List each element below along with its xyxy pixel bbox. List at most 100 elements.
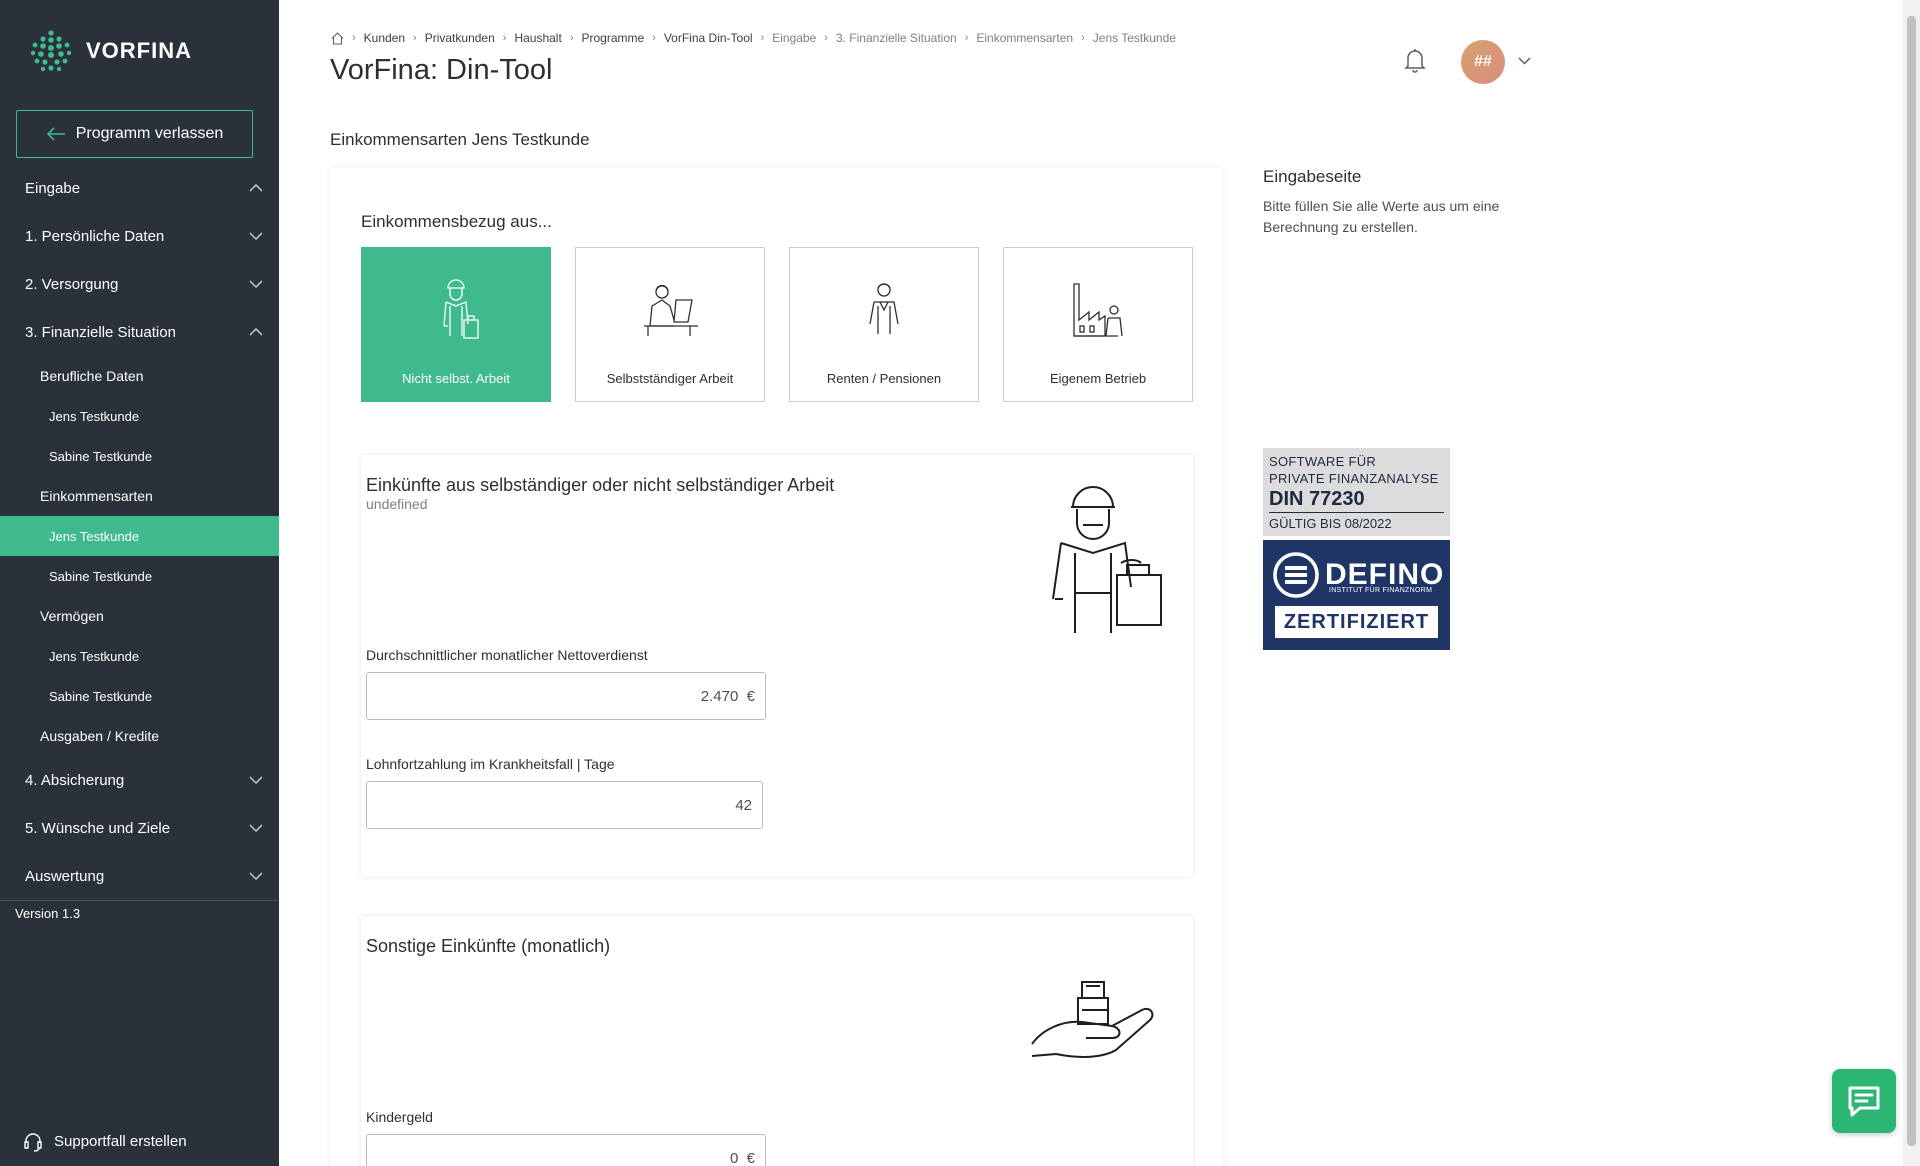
sidebar-item-berufliche-daten[interactable]: Berufliche Daten (0, 356, 279, 396)
net-income-input[interactable] (366, 672, 766, 720)
chevron-down-icon (249, 776, 263, 784)
sidebar-item-berufliche-jens[interactable]: Jens Testkunde (0, 396, 279, 436)
defino-logo-icon (1273, 552, 1319, 598)
breadcrumb-programme[interactable]: Programme (581, 31, 644, 45)
headset-icon (24, 1133, 42, 1152)
sidebar-item-vermoegen-jens[interactable]: Jens Testkunde (0, 636, 279, 676)
sidebar-item-label: Eingabe (25, 179, 81, 197)
breadcrumb-haushalt[interactable]: Haushalt (514, 31, 561, 45)
sidebar-item-label: Jens Testkunde (49, 648, 140, 664)
breadcrumb-din-tool[interactable]: VorFina Din-Tool (664, 31, 753, 45)
tile-eigenem-betrieb[interactable]: Eigenem Betrieb (1003, 247, 1193, 402)
chevron-up-icon (249, 184, 263, 192)
sidebar-item-persoenliche-daten[interactable]: 1. Persönliche Daten (0, 212, 279, 260)
breadcrumb-kunden[interactable]: Kunden (364, 31, 405, 45)
tile-nicht-selbst-arbeit[interactable]: Nicht selbst. Arbeit (361, 247, 551, 402)
section-heading: Einkommensarten Jens Testkunde (330, 130, 590, 149)
avatar[interactable]: ## (1461, 40, 1505, 84)
sidebar-item-label: Jens Testkunde (49, 528, 140, 544)
defino-subtitle: INSTITUT FÜR FINANZNORM (1329, 587, 1433, 594)
sidebar-item-einkommensarten[interactable]: Einkommensarten (0, 476, 279, 516)
sidebar-item-label: 1. Persönliche Daten (25, 227, 165, 245)
page-scrollbar[interactable] (1903, 0, 1920, 1166)
kindergeld-label: Kindergeld (366, 1109, 433, 1125)
other-income-title: Sonstige Einkünfte (monatlich) (366, 936, 611, 956)
sidebar-item-label: 3. Finanzielle Situation (25, 323, 176, 341)
worker-illustration-icon (1052, 486, 1162, 633)
chevron-down-icon (249, 824, 263, 832)
exit-program-button[interactable]: Programm verlassen (16, 110, 253, 158)
vorfina-logo-icon (30, 30, 72, 72)
sidebar-item-label: Jens Testkunde (49, 408, 140, 424)
breadcrumb-separator: › (569, 32, 574, 44)
sidebar-item-auswertung[interactable]: Auswertung (0, 852, 279, 900)
chevron-down-icon (249, 232, 263, 240)
breadcrumb-einkommensarten[interactable]: Einkommensarten (976, 31, 1073, 45)
sidebar-item-label: 4. Absicherung (25, 771, 125, 789)
breadcrumb-eingabe[interactable]: Eingabe (772, 31, 816, 45)
chevron-up-icon (249, 328, 263, 336)
sidebar-item-label: Ausgaben / Kredite (40, 728, 160, 744)
arrow-left-icon (46, 127, 65, 141)
sidebar-item-label: 2. Versorgung (25, 275, 119, 293)
sidebar-item-versorgung[interactable]: 2. Versorgung (0, 260, 279, 308)
sidebar-item-label: Vermögen (40, 608, 104, 624)
employment-income-card: Einkünfte aus selbständiger oder nicht s… (361, 455, 1193, 877)
income-source-label: Einkommensbezug aus... (361, 212, 552, 231)
sidebar-item-ausgaben-kredite[interactable]: Ausgaben / Kredite (0, 716, 279, 756)
sidebar-item-label: Sabine Testkunde (49, 568, 153, 584)
sidebar-item-wuensche-ziele[interactable]: 5. Wünsche und Ziele (0, 804, 279, 852)
breadcrumb-finanzielle-situation[interactable]: 3. Finanzielle Situation (836, 31, 957, 45)
tile-label: Nicht selbst. Arbeit (402, 371, 510, 386)
certificate-line1: SOFTWARE FÜR (1269, 454, 1377, 469)
factory-icon (1073, 283, 1123, 337)
sidebar-item-einkommen-sabine[interactable]: Sabine Testkunde (0, 556, 279, 596)
sidebar-item-finanzielle-situation[interactable]: 3. Finanzielle Situation (0, 308, 279, 356)
sick-pay-days-input[interactable] (366, 781, 763, 829)
support-label: Supportfall erstellen (54, 1132, 187, 1150)
defino-certified-badge: DEFINO INSTITUT FÜR FINANZNORM ZERTIFIZI… (1263, 540, 1450, 650)
hand-money-icon (1031, 981, 1154, 1058)
sidebar-item-einkommen-jens[interactable]: Jens Testkunde (0, 516, 279, 556)
tile-renten-pensionen[interactable]: Renten / Pensionen (789, 247, 979, 402)
certificate-din: DIN 77230 (1269, 487, 1444, 513)
breadcrumb-separator: › (760, 32, 765, 44)
chat-icon (1848, 1086, 1880, 1117)
breadcrumb-separator: › (824, 32, 828, 44)
breadcrumb-separator: › (413, 32, 417, 44)
certified-label: ZERTIFIZIERT (1275, 606, 1438, 638)
page-title: VorFina: Din-Tool (330, 54, 553, 86)
tile-selbststaendiger-arbeit[interactable]: Selbstständiger Arbeit (575, 247, 765, 402)
breadcrumb-separator: › (652, 32, 656, 44)
sick-pay-days-label: Lohnfortzahlung im Krankheitsfall | Tage (366, 756, 615, 772)
sidebar-item-absicherung[interactable]: 4. Absicherung (0, 756, 279, 804)
info-text: Bitte füllen Sie alle Werte aus um eine … (1263, 198, 1500, 235)
sidebar-item-label: Sabine Testkunde (49, 448, 153, 464)
bell-icon[interactable] (1402, 46, 1428, 74)
vorfina-logo[interactable]: VORFINA (28, 28, 192, 74)
certificate-valid: GÜLTIG BIS 08/2022 (1269, 516, 1392, 531)
sidebar-item-label: Sabine Testkunde (49, 688, 153, 704)
sidebar-item-label: 5. Wünsche und Ziele (25, 819, 171, 837)
sidebar-item-berufliche-sabine[interactable]: Sabine Testkunde (0, 436, 279, 476)
breadcrumb-separator: › (964, 32, 969, 44)
breadcrumb-jens-testkunde: Jens Testkunde (1092, 31, 1176, 45)
certificate-line2: PRIVATE FINANZANALYSE (1269, 471, 1439, 486)
sidebar-item-eingabe[interactable]: Eingabe (0, 164, 279, 212)
home-icon[interactable] (331, 31, 344, 45)
scrollbar-thumb[interactable] (1907, 16, 1916, 1146)
sidebar-item-vermoegen[interactable]: Vermögen (0, 596, 279, 636)
info-title: Eingabeseite (1263, 167, 1362, 186)
employment-income-title: Einkünfte aus selbständiger oder nicht s… (366, 475, 835, 495)
breadcrumb-privatkunden[interactable]: Privatkunden (425, 31, 495, 45)
sidebar-item-vermoegen-sabine[interactable]: Sabine Testkunde (0, 676, 279, 716)
sidebar-item-label: Auswertung (25, 867, 105, 885)
freelancer-laptop-icon (644, 284, 698, 336)
kindergeld-input[interactable] (366, 1134, 766, 1166)
chevron-down-icon[interactable] (1518, 57, 1531, 65)
brand-name: VORFINA (86, 38, 192, 63)
chat-button[interactable] (1832, 1069, 1896, 1133)
chevron-down-icon (249, 872, 263, 880)
worker-icon (443, 279, 479, 339)
create-support-case-button[interactable]: Supportfall erstellen (22, 1130, 187, 1152)
